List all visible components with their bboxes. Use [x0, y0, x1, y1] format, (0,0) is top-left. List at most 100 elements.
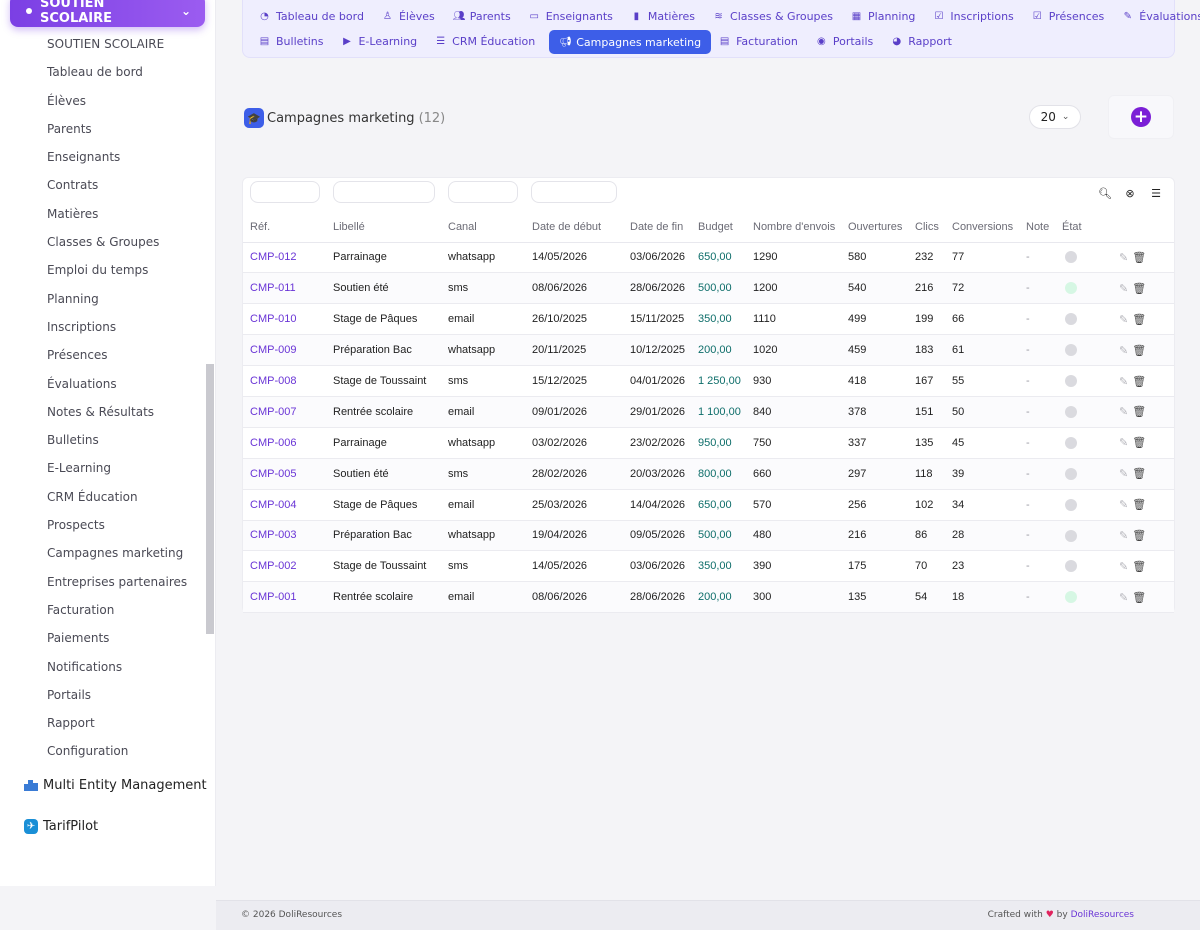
col-date-fin[interactable]: Date de fin	[623, 213, 691, 243]
sidebar-item-14[interactable]: Bulletins	[0, 426, 206, 454]
col-clics[interactable]: Clics	[908, 213, 945, 243]
edit-icon[interactable]: ✎	[1119, 345, 1128, 357]
delete-icon[interactable]: 🗑︎	[1132, 592, 1146, 604]
filter-ref-input[interactable]	[250, 181, 320, 203]
edit-icon[interactable]: ✎	[1119, 252, 1128, 264]
cell-ref[interactable]: CMP-006	[243, 427, 326, 459]
delete-icon[interactable]: 🗑︎	[1132, 437, 1146, 449]
col-ouvertures[interactable]: Ouvertures	[841, 213, 908, 243]
sidebar-item-18[interactable]: Campagnes marketing	[0, 539, 206, 567]
tab-row2-5[interactable]: ◉ Portails	[812, 30, 883, 52]
delete-icon[interactable]: 🗑︎	[1132, 530, 1146, 542]
tab-row1-7[interactable]: ☑ Inscriptions	[929, 5, 1023, 27]
edit-icon[interactable]: ✎	[1119, 530, 1128, 542]
table-row[interactable]: CMP-005 Soutien été sms 28/02/2026 20/03/202…	[243, 458, 1174, 490]
sidebar-item-6[interactable]: Matières	[0, 200, 206, 228]
cell-ref[interactable]: CMP-004	[243, 489, 326, 521]
edit-icon[interactable]: ✎	[1119, 437, 1128, 449]
sidebar-item-9[interactable]: Planning	[0, 285, 206, 313]
sidebar-item-8[interactable]: Emploi du temps	[0, 256, 206, 284]
delete-icon[interactable]: 🗑︎	[1132, 345, 1146, 357]
delete-icon[interactable]: 🗑︎	[1132, 499, 1146, 511]
table-row[interactable]: CMP-011 Soutien été sms 08/06/2026 28/06/202…	[243, 272, 1174, 305]
table-row[interactable]: CMP-001 Rentrée scolaire email 08/06/2026 28…	[243, 581, 1174, 614]
tab-row1-9[interactable]: ✎ Évaluations	[1118, 5, 1200, 27]
tab-row2-1[interactable]: ▶ E-Learning	[337, 30, 427, 52]
sidebar-item-24[interactable]: Rapport	[0, 709, 206, 737]
col-libelle[interactable]: Libellé	[326, 213, 441, 243]
tab-row2-0[interactable]: ▤ Bulletins	[255, 30, 333, 52]
table-row[interactable]: CMP-009 Préparation Bac whatsapp 20/11/2025…	[243, 334, 1174, 367]
module-tarifpilot[interactable]: ✈ TarifPilot	[24, 819, 98, 834]
page-size-select[interactable]: 20 ⌄	[1029, 105, 1081, 129]
cell-ref[interactable]: CMP-012	[243, 242, 326, 274]
tab-row2-2[interactable]: ☰ CRM Éducation	[431, 30, 545, 52]
table-row[interactable]: CMP-008 Stage de Toussaint sms 15/12/2025 04…	[243, 365, 1174, 397]
add-campaign-button[interactable]: +	[1131, 107, 1151, 127]
table-row[interactable]: CMP-003 Préparation Bac whatsapp 19/04/2026…	[243, 520, 1174, 552]
module-multi-entity[interactable]: Multi Entity Management	[24, 778, 207, 793]
edit-icon[interactable]: ✎	[1119, 406, 1128, 418]
edit-icon[interactable]: ✎	[1119, 561, 1128, 573]
col-budget[interactable]: Budget	[691, 213, 746, 243]
sidebar-item-21[interactable]: Paiements	[0, 624, 206, 652]
tab-row2-3[interactable]: 📢︎ Campagnes marketing	[549, 30, 712, 54]
sidebar-item-10[interactable]: Inscriptions	[0, 313, 206, 341]
sidebar-item-1[interactable]: Tableau de bord	[0, 58, 206, 86]
cell-ref[interactable]: CMP-010	[243, 303, 326, 336]
clear-filter-icon[interactable]: ⊗	[1124, 187, 1136, 200]
edit-icon[interactable]: ✎	[1119, 283, 1128, 295]
sidebar-item-23[interactable]: Portails	[0, 681, 206, 709]
tab-row1-8[interactable]: ☑ Présences	[1028, 5, 1115, 27]
delete-icon[interactable]: 🗑︎	[1132, 283, 1146, 295]
col-note[interactable]: Note	[1019, 213, 1055, 243]
cell-ref[interactable]: CMP-007	[243, 396, 326, 428]
sidebar-item-7[interactable]: Classes & Groupes	[0, 228, 206, 256]
delete-icon[interactable]: 🗑︎	[1132, 314, 1146, 326]
tab-row1-4[interactable]: ▮ Matières	[627, 5, 705, 27]
edit-icon[interactable]: ✎	[1119, 499, 1128, 511]
edit-icon[interactable]: ✎	[1119, 592, 1128, 604]
tab-row1-6[interactable]: ▦ Planning	[847, 5, 925, 27]
tab-row2-6[interactable]: ◕ Rapport	[887, 30, 962, 52]
tab-row1-0[interactable]: ◔ Tableau de bord	[255, 5, 374, 27]
column-list-icon[interactable]: ☰	[1150, 187, 1162, 200]
tab-row1-3[interactable]: ▭ Enseignants	[525, 5, 623, 27]
cell-ref[interactable]: CMP-009	[243, 334, 326, 367]
filter-canal-input[interactable]	[448, 181, 518, 203]
tab-row2-4[interactable]: ▤ Facturation	[715, 30, 808, 52]
sidebar-item-20[interactable]: Facturation	[0, 596, 206, 624]
sidebar-item-4[interactable]: Enseignants	[0, 143, 206, 171]
delete-icon[interactable]: 🗑︎	[1132, 406, 1146, 418]
sidebar-item-17[interactable]: Prospects	[0, 511, 206, 539]
delete-icon[interactable]: 🗑︎	[1132, 468, 1146, 480]
cell-ref[interactable]: CMP-001	[243, 581, 326, 614]
sidebar-item-15[interactable]: E-Learning	[0, 454, 206, 482]
table-row[interactable]: CMP-007 Rentrée scolaire email 09/01/2026 29…	[243, 396, 1174, 428]
sidebar-item-22[interactable]: Notifications	[0, 653, 206, 681]
cell-ref[interactable]: CMP-003	[243, 520, 326, 552]
sidebar-item-0[interactable]: SOUTIEN SCOLAIRE	[0, 30, 206, 58]
col-conversions[interactable]: Conversions	[945, 213, 1019, 243]
col-ref[interactable]: Réf.	[243, 213, 326, 243]
sidebar-item-12[interactable]: Évaluations	[0, 370, 206, 398]
module-selector[interactable]: SOUTIEN SCOLAIRE ⌄	[10, 0, 205, 27]
cell-ref[interactable]: CMP-011	[243, 272, 326, 305]
footer-brand-link[interactable]: DoliResources	[1071, 910, 1134, 920]
col-date-debut[interactable]: Date de début	[525, 213, 623, 243]
filter-date-input[interactable]	[531, 181, 617, 203]
delete-icon[interactable]: 🗑︎	[1132, 252, 1146, 264]
tab-row1-1[interactable]: ♙ Élèves	[378, 5, 445, 27]
edit-icon[interactable]: ✎	[1119, 468, 1128, 480]
tab-row1-5[interactable]: ≋ Classes & Groupes	[709, 5, 843, 27]
cell-ref[interactable]: CMP-005	[243, 458, 326, 490]
col-envois[interactable]: Nombre d'envois	[746, 213, 841, 243]
cell-ref[interactable]: CMP-008	[243, 365, 326, 397]
sidebar-item-19[interactable]: Entreprises partenaires	[0, 568, 206, 596]
sidebar-item-16[interactable]: CRM Éducation	[0, 483, 206, 511]
table-row[interactable]: CMP-010 Stage de Pâques email 26/10/2025 15/…	[243, 303, 1174, 336]
edit-icon[interactable]: ✎	[1119, 376, 1128, 388]
delete-icon[interactable]: 🗑︎	[1132, 561, 1146, 573]
sidebar-item-3[interactable]: Parents	[0, 115, 206, 143]
sidebar-item-5[interactable]: Contrats	[0, 171, 206, 199]
